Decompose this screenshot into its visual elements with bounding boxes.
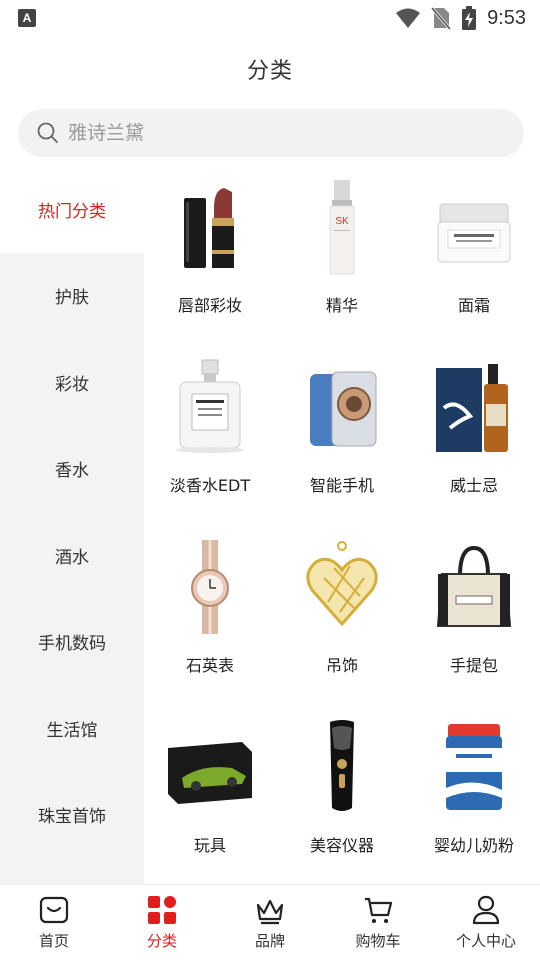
essence-bottle-image: SK [294, 178, 390, 276]
milk-powder-image [426, 718, 522, 816]
sidebar-item-lifestyle[interactable]: 生活馆 [0, 685, 144, 772]
nav-label: 分类 [146, 932, 177, 950]
category-tile-toys[interactable]: 玩具 [144, 706, 276, 886]
nav-label: 个人中心 [455, 932, 516, 950]
lipstick-image [162, 178, 258, 276]
user-icon [470, 894, 502, 926]
category-label: 婴幼儿奶粉 [433, 836, 514, 855]
smartphone-image [294, 358, 390, 456]
nav-label: 品牌 [254, 932, 285, 950]
quartz-watch-image [162, 538, 258, 636]
sidebar-item-jewelry[interactable]: 珠宝首饰 [0, 772, 144, 859]
sidebar-item-skincare[interactable]: 护肤 [0, 253, 144, 340]
category-label: 美容仪器 [309, 836, 374, 855]
toy-box-image [162, 718, 258, 816]
category-tile-edt[interactable]: 淡香水EDT [144, 346, 276, 526]
heart-pendant-image [294, 538, 390, 636]
nav-home[interactable]: 首页 [4, 894, 104, 951]
sidebar-item-liquor[interactable]: 酒水 [0, 512, 144, 599]
status-bar: A 9:53 [0, 0, 540, 36]
nav-label: 首页 [38, 932, 69, 950]
page-title: 分类 [246, 59, 293, 84]
nav-profile[interactable]: 个人中心 [436, 894, 536, 951]
tote-bag-image [426, 538, 522, 636]
sidebar-item-makeup[interactable]: 彩妆 [0, 339, 144, 426]
category-tile-essence[interactable]: SK 精华 [276, 166, 408, 346]
category-tile-beauty-device[interactable]: 美容仪器 [276, 706, 408, 886]
search-icon [37, 122, 58, 143]
app-notification-icon: A [18, 9, 36, 27]
search-bar[interactable] [18, 109, 524, 157]
category-label: 唇部彩妆 [177, 296, 242, 315]
wifi-icon [396, 8, 421, 28]
category-tile-infant-formula[interactable]: 婴幼儿奶粉 [408, 706, 540, 886]
sidebar-item-digital[interactable]: 手机数码 [0, 599, 144, 686]
category-label: 吊饰 [325, 656, 358, 675]
bottom-nav: 首页 分类 品牌 购物车 个人中心 [0, 884, 540, 960]
crown-icon [254, 894, 286, 926]
category-tile-smartphone[interactable]: 智能手机 [276, 346, 408, 526]
nav-label: 购物车 [355, 932, 401, 950]
svg-text:SK: SK [335, 216, 349, 227]
sidebar-item-perfume[interactable]: 香水 [0, 426, 144, 513]
search-input[interactable] [68, 122, 488, 144]
battery-charging-icon [462, 6, 477, 30]
category-tile-pendant[interactable]: 吊饰 [276, 526, 408, 706]
category-tile-handbag[interactable]: 手提包 [408, 526, 540, 706]
category-tile-quartz-watch[interactable]: 石英表 [144, 526, 276, 706]
category-label: 手提包 [449, 656, 498, 675]
category-label: 面霜 [457, 296, 490, 315]
home-bag-icon [38, 894, 70, 926]
category-label: 石英表 [185, 656, 234, 675]
nav-cart[interactable]: 购物车 [328, 894, 428, 951]
nav-brand[interactable]: 品牌 [220, 894, 320, 951]
clock: 9:53 [487, 6, 526, 29]
cream-jar-image [426, 178, 522, 276]
sidebar-item-hot[interactable]: 热门分类 [0, 166, 144, 253]
grid-icon [146, 894, 178, 926]
header: 分类 [0, 36, 540, 102]
whisky-image [426, 358, 522, 456]
category-tile-whisky[interactable]: 威士忌 [408, 346, 540, 526]
no-sim-icon [431, 7, 452, 30]
cart-icon [362, 894, 394, 926]
nav-category[interactable]: 分类 [112, 894, 212, 951]
category-tile-lip-makeup[interactable]: 唇部彩妆 [144, 166, 276, 346]
category-grid: 唇部彩妆 SK 精华 面霜 淡香水EDT 智能手机 威士忌 石英表 吊饰 手提包… [144, 166, 540, 886]
category-label: 精华 [325, 296, 358, 315]
category-label: 智能手机 [309, 476, 374, 495]
category-label: 淡香水EDT [169, 476, 251, 495]
category-content: 唇部彩妆 SK 精华 面霜 淡香水EDT 智能手机 威士忌 石英表 吊饰 手提包… [144, 166, 540, 884]
perfume-bottle-image [162, 358, 258, 456]
category-sidebar: 热门分类 护肤 彩妆 香水 酒水 手机数码 生活馆 珠宝首饰 [0, 166, 144, 884]
category-label: 威士忌 [449, 476, 498, 495]
category-label: 玩具 [193, 836, 226, 855]
category-tile-face-cream[interactable]: 面霜 [408, 166, 540, 346]
beauty-device-image [294, 718, 390, 816]
